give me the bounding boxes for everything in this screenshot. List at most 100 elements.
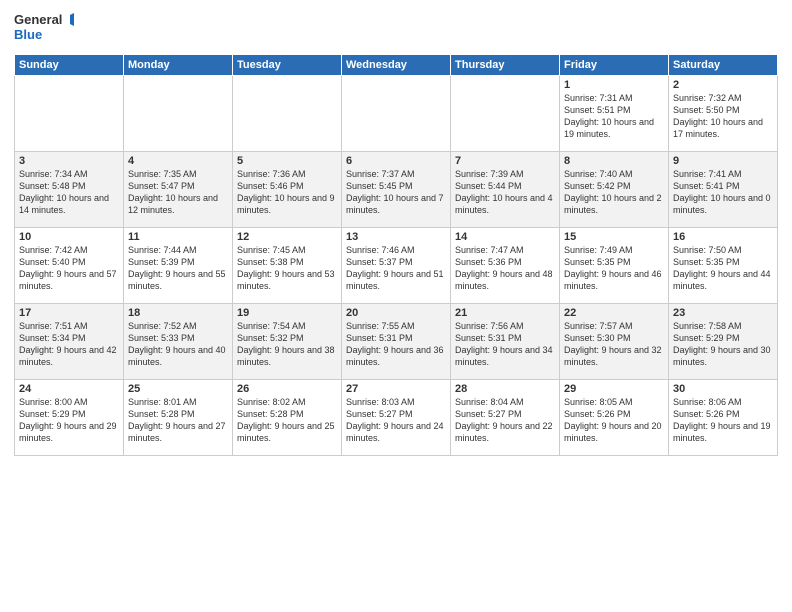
- day-info: Sunrise: 7:51 AM Sunset: 5:34 PM Dayligh…: [19, 320, 119, 369]
- day-info: Sunrise: 8:04 AM Sunset: 5:27 PM Dayligh…: [455, 396, 555, 445]
- day-info: Sunrise: 8:01 AM Sunset: 5:28 PM Dayligh…: [128, 396, 228, 445]
- day-cell: 16Sunrise: 7:50 AM Sunset: 5:35 PM Dayli…: [669, 228, 778, 304]
- day-cell: 17Sunrise: 7:51 AM Sunset: 5:34 PM Dayli…: [15, 304, 124, 380]
- day-cell: 7Sunrise: 7:39 AM Sunset: 5:44 PM Daylig…: [451, 152, 560, 228]
- day-cell: 18Sunrise: 7:52 AM Sunset: 5:33 PM Dayli…: [124, 304, 233, 380]
- day-cell: [233, 76, 342, 152]
- day-info: Sunrise: 7:50 AM Sunset: 5:35 PM Dayligh…: [673, 244, 773, 293]
- day-cell: [342, 76, 451, 152]
- day-cell: 6Sunrise: 7:37 AM Sunset: 5:45 PM Daylig…: [342, 152, 451, 228]
- day-number: 5: [237, 155, 337, 167]
- day-info: Sunrise: 7:42 AM Sunset: 5:40 PM Dayligh…: [19, 244, 119, 293]
- day-info: Sunrise: 7:45 AM Sunset: 5:38 PM Dayligh…: [237, 244, 337, 293]
- day-info: Sunrise: 7:37 AM Sunset: 5:45 PM Dayligh…: [346, 168, 446, 217]
- day-info: Sunrise: 7:34 AM Sunset: 5:48 PM Dayligh…: [19, 168, 119, 217]
- day-header-tuesday: Tuesday: [233, 55, 342, 76]
- day-cell: [15, 76, 124, 152]
- day-info: Sunrise: 7:55 AM Sunset: 5:31 PM Dayligh…: [346, 320, 446, 369]
- day-cell: 13Sunrise: 7:46 AM Sunset: 5:37 PM Dayli…: [342, 228, 451, 304]
- day-number: 21: [455, 307, 555, 319]
- day-info: Sunrise: 8:03 AM Sunset: 5:27 PM Dayligh…: [346, 396, 446, 445]
- day-info: Sunrise: 7:58 AM Sunset: 5:29 PM Dayligh…: [673, 320, 773, 369]
- day-info: Sunrise: 7:39 AM Sunset: 5:44 PM Dayligh…: [455, 168, 555, 217]
- day-cell: 2Sunrise: 7:32 AM Sunset: 5:50 PM Daylig…: [669, 76, 778, 152]
- week-row-4: 24Sunrise: 8:00 AM Sunset: 5:29 PM Dayli…: [15, 380, 778, 456]
- day-info: Sunrise: 7:35 AM Sunset: 5:47 PM Dayligh…: [128, 168, 228, 217]
- day-cell: 8Sunrise: 7:40 AM Sunset: 5:42 PM Daylig…: [560, 152, 669, 228]
- day-header-friday: Friday: [560, 55, 669, 76]
- day-cell: 11Sunrise: 7:44 AM Sunset: 5:39 PM Dayli…: [124, 228, 233, 304]
- day-number: 28: [455, 383, 555, 395]
- day-info: Sunrise: 7:54 AM Sunset: 5:32 PM Dayligh…: [237, 320, 337, 369]
- day-cell: 28Sunrise: 8:04 AM Sunset: 5:27 PM Dayli…: [451, 380, 560, 456]
- day-info: Sunrise: 7:44 AM Sunset: 5:39 PM Dayligh…: [128, 244, 228, 293]
- day-number: 1: [564, 79, 664, 91]
- day-info: Sunrise: 8:02 AM Sunset: 5:28 PM Dayligh…: [237, 396, 337, 445]
- day-number: 23: [673, 307, 773, 319]
- day-cell: 14Sunrise: 7:47 AM Sunset: 5:36 PM Dayli…: [451, 228, 560, 304]
- day-info: Sunrise: 7:57 AM Sunset: 5:30 PM Dayligh…: [564, 320, 664, 369]
- day-number: 14: [455, 231, 555, 243]
- day-cell: 3Sunrise: 7:34 AM Sunset: 5:48 PM Daylig…: [15, 152, 124, 228]
- day-cell: 4Sunrise: 7:35 AM Sunset: 5:47 PM Daylig…: [124, 152, 233, 228]
- day-number: 16: [673, 231, 773, 243]
- week-row-3: 17Sunrise: 7:51 AM Sunset: 5:34 PM Dayli…: [15, 304, 778, 380]
- day-number: 13: [346, 231, 446, 243]
- day-cell: 5Sunrise: 7:36 AM Sunset: 5:46 PM Daylig…: [233, 152, 342, 228]
- day-number: 24: [19, 383, 119, 395]
- day-info: Sunrise: 7:40 AM Sunset: 5:42 PM Dayligh…: [564, 168, 664, 217]
- day-number: 12: [237, 231, 337, 243]
- week-row-0: 1Sunrise: 7:31 AM Sunset: 5:51 PM Daylig…: [15, 76, 778, 152]
- day-info: Sunrise: 7:49 AM Sunset: 5:35 PM Dayligh…: [564, 244, 664, 293]
- day-number: 7: [455, 155, 555, 167]
- day-cell: 23Sunrise: 7:58 AM Sunset: 5:29 PM Dayli…: [669, 304, 778, 380]
- day-info: Sunrise: 8:00 AM Sunset: 5:29 PM Dayligh…: [19, 396, 119, 445]
- day-header-sunday: Sunday: [15, 55, 124, 76]
- svg-text:General: General: [14, 12, 62, 27]
- header-row: SundayMondayTuesdayWednesdayThursdayFrid…: [15, 55, 778, 76]
- day-number: 27: [346, 383, 446, 395]
- day-number: 30: [673, 383, 773, 395]
- day-cell: 26Sunrise: 8:02 AM Sunset: 5:28 PM Dayli…: [233, 380, 342, 456]
- day-cell: 1Sunrise: 7:31 AM Sunset: 5:51 PM Daylig…: [560, 76, 669, 152]
- svg-text:Blue: Blue: [14, 27, 42, 42]
- calendar-table: SundayMondayTuesdayWednesdayThursdayFrid…: [14, 54, 778, 456]
- day-number: 11: [128, 231, 228, 243]
- day-number: 8: [564, 155, 664, 167]
- day-number: 18: [128, 307, 228, 319]
- day-cell: [124, 76, 233, 152]
- day-header-wednesday: Wednesday: [342, 55, 451, 76]
- day-cell: 10Sunrise: 7:42 AM Sunset: 5:40 PM Dayli…: [15, 228, 124, 304]
- page: General Blue SundayMondayTuesdayWednesda…: [0, 0, 792, 612]
- day-number: 20: [346, 307, 446, 319]
- day-cell: 15Sunrise: 7:49 AM Sunset: 5:35 PM Dayli…: [560, 228, 669, 304]
- header: General Blue: [14, 10, 778, 46]
- day-cell: 9Sunrise: 7:41 AM Sunset: 5:41 PM Daylig…: [669, 152, 778, 228]
- day-cell: 21Sunrise: 7:56 AM Sunset: 5:31 PM Dayli…: [451, 304, 560, 380]
- day-number: 2: [673, 79, 773, 91]
- day-number: 15: [564, 231, 664, 243]
- day-info: Sunrise: 7:41 AM Sunset: 5:41 PM Dayligh…: [673, 168, 773, 217]
- day-cell: 27Sunrise: 8:03 AM Sunset: 5:27 PM Dayli…: [342, 380, 451, 456]
- day-cell: 20Sunrise: 7:55 AM Sunset: 5:31 PM Dayli…: [342, 304, 451, 380]
- day-number: 17: [19, 307, 119, 319]
- day-cell: 22Sunrise: 7:57 AM Sunset: 5:30 PM Dayli…: [560, 304, 669, 380]
- day-cell: [451, 76, 560, 152]
- day-number: 25: [128, 383, 228, 395]
- day-info: Sunrise: 7:32 AM Sunset: 5:50 PM Dayligh…: [673, 92, 773, 141]
- day-cell: 29Sunrise: 8:05 AM Sunset: 5:26 PM Dayli…: [560, 380, 669, 456]
- day-header-saturday: Saturday: [669, 55, 778, 76]
- day-number: 9: [673, 155, 773, 167]
- logo: General Blue: [14, 10, 74, 46]
- day-info: Sunrise: 7:31 AM Sunset: 5:51 PM Dayligh…: [564, 92, 664, 141]
- day-cell: 19Sunrise: 7:54 AM Sunset: 5:32 PM Dayli…: [233, 304, 342, 380]
- day-number: 22: [564, 307, 664, 319]
- day-header-thursday: Thursday: [451, 55, 560, 76]
- day-info: Sunrise: 8:06 AM Sunset: 5:26 PM Dayligh…: [673, 396, 773, 445]
- logo-svg: General Blue: [14, 10, 74, 46]
- day-number: 10: [19, 231, 119, 243]
- day-cell: 25Sunrise: 8:01 AM Sunset: 5:28 PM Dayli…: [124, 380, 233, 456]
- day-cell: 30Sunrise: 8:06 AM Sunset: 5:26 PM Dayli…: [669, 380, 778, 456]
- day-number: 4: [128, 155, 228, 167]
- week-row-1: 3Sunrise: 7:34 AM Sunset: 5:48 PM Daylig…: [15, 152, 778, 228]
